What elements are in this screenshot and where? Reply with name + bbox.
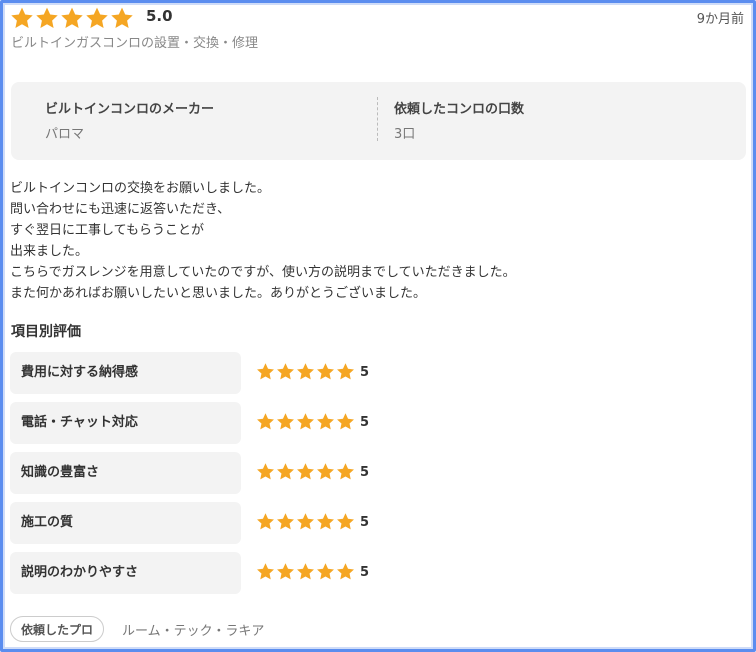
star-icon: [296, 462, 315, 481]
star-icon: [35, 6, 59, 30]
request-details-box: ビルトインコンロのメーカー パロマ 依頼したコンロの口数 3口: [11, 82, 746, 160]
maker-label: ビルトインコンロのメーカー: [45, 102, 215, 117]
star-icon: [296, 412, 315, 431]
category-label: 知識の豊富さ: [10, 452, 241, 494]
review-body-line: また何かあればお願いしたいと思いました。ありがとうございました。: [10, 286, 427, 301]
category-ratings-title: 項目別評価: [11, 324, 81, 340]
category-rating-row: 費用に対する納得感 5: [10, 352, 570, 394]
star-icon: [256, 512, 275, 531]
maker-value: パロマ: [45, 127, 85, 142]
review-body-line: すぐ翌日に工事してもらうことが: [10, 223, 204, 238]
star-icon: [276, 362, 295, 381]
service-name: ビルトインガスコンロの設置・交換・修理: [11, 36, 259, 51]
review-body-line: 問い合わせにも迅速に返答いただき、: [10, 202, 231, 217]
review-body: ビルトインコンロの交換をお願いしました。 問い合わせにも迅速に返答いただき、 す…: [10, 178, 516, 304]
star-icon: [336, 462, 355, 481]
burner-count-label: 依頼したコンロの口数: [394, 102, 525, 117]
pro-name-link[interactable]: ルーム・テック・ラキア: [122, 620, 264, 639]
category-stars: [256, 362, 355, 381]
star-icon: [256, 412, 275, 431]
star-icon: [316, 512, 335, 531]
burner-count-info: 依頼したコンロの口数 3口: [394, 98, 524, 142]
requested-pro-badge: 依頼したプロ: [10, 616, 105, 642]
star-icon: [316, 362, 335, 381]
review-body-line: 出来ました。: [10, 244, 89, 259]
review-card: 5.0 9か月前 ビルトインガスコンロの設置・交換・修理 ビルトインコンロのメー…: [0, 0, 756, 652]
star-icon: [256, 462, 275, 481]
info-divider: [377, 97, 378, 141]
review-time-ago: 9か月前: [696, 12, 744, 27]
category-stars: [256, 562, 355, 581]
star-icon: [296, 512, 315, 531]
category-label: 費用に対する納得感: [10, 352, 241, 394]
burner-count-value: 3口: [394, 127, 416, 142]
star-icon: [336, 362, 355, 381]
category-rating-row: 電話・チャット対応 5: [10, 402, 570, 444]
star-icon: [276, 512, 295, 531]
category-label: 説明のわかりやすさ: [10, 552, 241, 594]
category-rating-row: 知識の豊富さ 5: [10, 452, 570, 494]
star-icon: [60, 6, 84, 30]
star-icon: [316, 562, 335, 581]
category-rating-row: 説明のわかりやすさ 5: [10, 552, 570, 594]
overall-rating-stars: [10, 6, 134, 30]
star-icon: [85, 6, 109, 30]
category-score: 5: [360, 515, 370, 530]
category-stars: [256, 462, 355, 481]
star-icon: [110, 6, 134, 30]
category-rating-row: 施工の質 5: [10, 502, 570, 544]
star-icon: [316, 462, 335, 481]
overall-rating-value: 5.0: [146, 7, 173, 25]
star-icon: [296, 562, 315, 581]
category-score: 5: [360, 415, 370, 430]
star-icon: [276, 562, 295, 581]
star-icon: [256, 362, 275, 381]
star-icon: [336, 562, 355, 581]
star-icon: [276, 412, 295, 431]
star-icon: [296, 362, 315, 381]
category-stars: [256, 412, 355, 431]
review-body-line: ビルトインコンロの交換をお願いしました。: [10, 181, 271, 196]
category-score: 5: [360, 565, 370, 580]
star-icon: [256, 562, 275, 581]
category-score: 5: [360, 465, 370, 480]
star-icon: [336, 512, 355, 531]
star-icon: [10, 6, 34, 30]
category-label: 施工の質: [10, 502, 241, 544]
star-icon: [316, 412, 335, 431]
star-icon: [276, 462, 295, 481]
review-body-line: こちらでガスレンジを用意していたのですが、使い方の説明までしていただきました。: [10, 265, 516, 280]
maker-info: ビルトインコンロのメーカー パロマ: [45, 98, 214, 142]
category-score: 5: [360, 365, 370, 380]
category-stars: [256, 512, 355, 531]
star-icon: [336, 412, 355, 431]
category-label: 電話・チャット対応: [10, 402, 241, 444]
